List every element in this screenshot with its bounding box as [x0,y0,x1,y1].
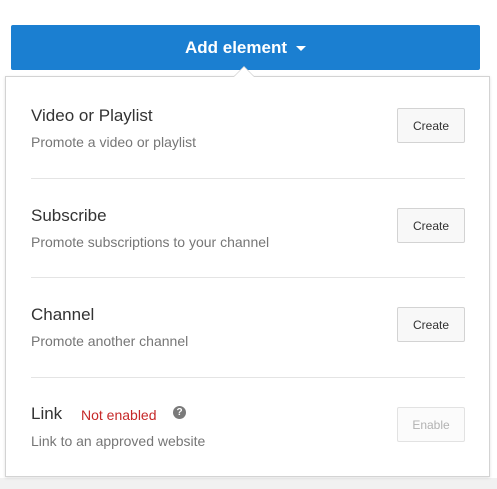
divider [31,377,465,378]
item-title: Link [31,404,63,423]
add-element-dropdown: Add element Video or Playlist Promote a … [0,0,497,489]
add-element-label: Add element [184,37,288,57]
item-description: Link to an approved website [31,433,206,449]
item-description: Promote a video or playlist [31,134,196,150]
status-not-enabled: Not enabled [81,407,157,423]
create-subscribe-button[interactable]: Create [397,208,465,243]
item-description: Promote another channel [31,333,189,349]
item-title: Subscribe [31,206,107,225]
divider [31,178,465,179]
dropdown-pointer-fill [234,67,254,77]
page-background-strip [0,478,497,489]
item-title: Channel [31,305,95,324]
enable-link-button[interactable]: Enable [397,407,465,442]
item-description: Promote subscriptions to your channel [31,234,270,250]
divider [31,277,465,278]
create-channel-button[interactable]: Create [397,307,465,342]
item-title: Video or Playlist [31,106,153,125]
caret-down-icon [296,46,307,51]
add-element-button[interactable]: Add element [11,25,480,70]
help-icon[interactable]: ? [173,406,186,419]
create-video-or-playlist-button[interactable]: Create [397,108,465,143]
dropdown-panel: Video or Playlist Promote a video or pla… [5,76,490,477]
